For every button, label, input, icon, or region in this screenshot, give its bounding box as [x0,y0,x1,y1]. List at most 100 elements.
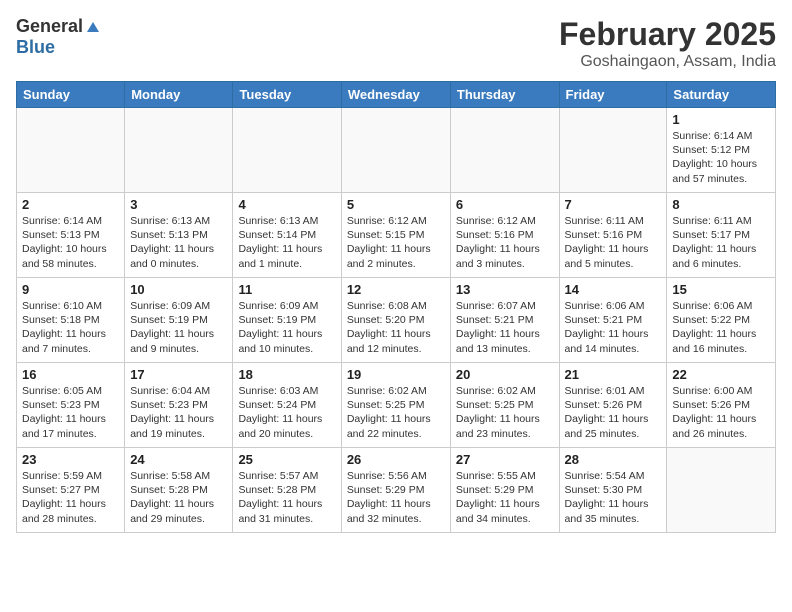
cell-day-number: 2 [22,197,119,212]
calendar-cell [450,108,559,193]
cell-sun-info: Sunrise: 6:11 AM Sunset: 5:16 PM Dayligh… [565,214,662,271]
cell-day-number: 17 [130,367,227,382]
cell-sun-info: Sunrise: 6:06 AM Sunset: 5:21 PM Dayligh… [565,299,662,356]
cell-day-number: 22 [672,367,770,382]
title-block: February 2025 Goshaingaon, Assam, India [559,16,776,71]
cell-day-number: 27 [456,452,554,467]
cell-sun-info: Sunrise: 6:07 AM Sunset: 5:21 PM Dayligh… [456,299,554,356]
calendar-cell: 12 Sunrise: 6:08 AM Sunset: 5:20 PM Dayli… [341,278,450,363]
cell-day-number: 10 [130,282,227,297]
cell-sun-info: Sunrise: 6:11 AM Sunset: 5:17 PM Dayligh… [672,214,770,271]
logo-triangle-icon [85,18,101,34]
month-title: February 2025 [559,16,776,53]
calendar-week-row: 23 Sunrise: 5:59 AM Sunset: 5:27 PM Dayli… [17,448,776,533]
cell-sun-info: Sunrise: 6:09 AM Sunset: 5:19 PM Dayligh… [238,299,335,356]
calendar-cell [559,108,667,193]
cell-sun-info: Sunrise: 6:10 AM Sunset: 5:18 PM Dayligh… [22,299,119,356]
cell-sun-info: Sunrise: 6:14 AM Sunset: 5:12 PM Dayligh… [672,129,770,186]
cell-sun-info: Sunrise: 6:06 AM Sunset: 5:22 PM Dayligh… [672,299,770,356]
location-title: Goshaingaon, Assam, India [559,53,776,71]
calendar-cell: 27 Sunrise: 5:55 AM Sunset: 5:29 PM Dayli… [450,448,559,533]
cell-day-number: 28 [565,452,662,467]
cell-sun-info: Sunrise: 6:13 AM Sunset: 5:13 PM Dayligh… [130,214,227,271]
cell-day-number: 12 [347,282,445,297]
weekday-header: Tuesday [233,82,341,108]
calendar-week-row: 1 Sunrise: 6:14 AM Sunset: 5:12 PM Daylig… [17,108,776,193]
cell-sun-info: Sunrise: 6:00 AM Sunset: 5:26 PM Dayligh… [672,384,770,441]
cell-sun-info: Sunrise: 6:05 AM Sunset: 5:23 PM Dayligh… [22,384,119,441]
cell-day-number: 14 [565,282,662,297]
calendar-cell [341,108,450,193]
calendar-cell: 8 Sunrise: 6:11 AM Sunset: 5:17 PM Daylig… [667,193,776,278]
cell-sun-info: Sunrise: 6:12 AM Sunset: 5:16 PM Dayligh… [456,214,554,271]
cell-day-number: 23 [22,452,119,467]
calendar-cell: 5 Sunrise: 6:12 AM Sunset: 5:15 PM Daylig… [341,193,450,278]
cell-day-number: 20 [456,367,554,382]
cell-day-number: 1 [672,112,770,127]
cell-sun-info: Sunrise: 5:57 AM Sunset: 5:28 PM Dayligh… [238,469,335,526]
calendar-cell: 14 Sunrise: 6:06 AM Sunset: 5:21 PM Dayli… [559,278,667,363]
calendar-cell: 7Sunrise: 6:11 AM Sunset: 5:16 PM Daylig… [559,193,667,278]
cell-sun-info: Sunrise: 6:03 AM Sunset: 5:24 PM Dayligh… [238,384,335,441]
logo-general: General [16,16,83,37]
calendar-week-row: 2Sunrise: 6:14 AM Sunset: 5:13 PM Daylig… [17,193,776,278]
cell-sun-info: Sunrise: 6:04 AM Sunset: 5:23 PM Dayligh… [130,384,227,441]
cell-day-number: 26 [347,452,445,467]
calendar-cell: 11 Sunrise: 6:09 AM Sunset: 5:19 PM Dayli… [233,278,341,363]
cell-sun-info: Sunrise: 6:13 AM Sunset: 5:14 PM Dayligh… [238,214,335,271]
cell-day-number: 9 [22,282,119,297]
calendar-cell: 23 Sunrise: 5:59 AM Sunset: 5:27 PM Dayli… [17,448,125,533]
cell-sun-info: Sunrise: 6:09 AM Sunset: 5:19 PM Dayligh… [130,299,227,356]
cell-day-number: 3 [130,197,227,212]
cell-day-number: 11 [238,282,335,297]
calendar-cell [233,108,341,193]
calendar-header-row: SundayMondayTuesdayWednesdayThursdayFrid… [17,82,776,108]
weekday-header: Friday [559,82,667,108]
calendar-cell [125,108,233,193]
calendar-cell: 10 Sunrise: 6:09 AM Sunset: 5:19 PM Dayli… [125,278,233,363]
calendar-cell: 19Sunrise: 6:02 AM Sunset: 5:25 PM Dayli… [341,363,450,448]
calendar-cell: 16Sunrise: 6:05 AM Sunset: 5:23 PM Dayli… [17,363,125,448]
cell-day-number: 8 [672,197,770,212]
calendar-cell: 6 Sunrise: 6:12 AM Sunset: 5:16 PM Daylig… [450,193,559,278]
calendar-cell: 3 Sunrise: 6:13 AM Sunset: 5:13 PM Daylig… [125,193,233,278]
cell-day-number: 5 [347,197,445,212]
calendar-cell: 24 Sunrise: 5:58 AM Sunset: 5:28 PM Dayli… [125,448,233,533]
cell-sun-info: Sunrise: 5:59 AM Sunset: 5:27 PM Dayligh… [22,469,119,526]
cell-sun-info: Sunrise: 5:55 AM Sunset: 5:29 PM Dayligh… [456,469,554,526]
calendar-cell: 18 Sunrise: 6:03 AM Sunset: 5:24 PM Dayli… [233,363,341,448]
calendar-cell [17,108,125,193]
cell-day-number: 13 [456,282,554,297]
cell-sun-info: Sunrise: 6:02 AM Sunset: 5:25 PM Dayligh… [347,384,445,441]
calendar-cell: 17 Sunrise: 6:04 AM Sunset: 5:23 PM Dayli… [125,363,233,448]
cell-sun-info: Sunrise: 6:08 AM Sunset: 5:20 PM Dayligh… [347,299,445,356]
calendar-cell: 25 Sunrise: 5:57 AM Sunset: 5:28 PM Dayli… [233,448,341,533]
weekday-header: Monday [125,82,233,108]
cell-day-number: 4 [238,197,335,212]
cell-sun-info: Sunrise: 6:12 AM Sunset: 5:15 PM Dayligh… [347,214,445,271]
weekday-header: Wednesday [341,82,450,108]
calendar-week-row: 16Sunrise: 6:05 AM Sunset: 5:23 PM Dayli… [17,363,776,448]
cell-day-number: 6 [456,197,554,212]
cell-day-number: 24 [130,452,227,467]
calendar-cell [667,448,776,533]
calendar-cell: 2Sunrise: 6:14 AM Sunset: 5:13 PM Daylig… [17,193,125,278]
calendar-cell: 13 Sunrise: 6:07 AM Sunset: 5:21 PM Dayli… [450,278,559,363]
calendar-week-row: 9 Sunrise: 6:10 AM Sunset: 5:18 PM Daylig… [17,278,776,363]
weekday-header: Thursday [450,82,559,108]
cell-sun-info: Sunrise: 6:02 AM Sunset: 5:25 PM Dayligh… [456,384,554,441]
weekday-header: Saturday [667,82,776,108]
calendar-table: SundayMondayTuesdayWednesdayThursdayFrid… [16,81,776,533]
calendar-cell: 22 Sunrise: 6:00 AM Sunset: 5:26 PM Dayli… [667,363,776,448]
logo: General Blue [16,16,101,58]
cell-sun-info: Sunrise: 6:01 AM Sunset: 5:26 PM Dayligh… [565,384,662,441]
cell-day-number: 18 [238,367,335,382]
calendar-cell: 26Sunrise: 5:56 AM Sunset: 5:29 PM Dayli… [341,448,450,533]
calendar-cell: 21Sunrise: 6:01 AM Sunset: 5:26 PM Dayli… [559,363,667,448]
page-header: General Blue February 2025 Goshaingaon, … [16,16,776,71]
calendar-cell: 15Sunrise: 6:06 AM Sunset: 5:22 PM Dayli… [667,278,776,363]
cell-day-number: 25 [238,452,335,467]
calendar-cell: 4 Sunrise: 6:13 AM Sunset: 5:14 PM Daylig… [233,193,341,278]
cell-sun-info: Sunrise: 5:58 AM Sunset: 5:28 PM Dayligh… [130,469,227,526]
calendar-cell: 20 Sunrise: 6:02 AM Sunset: 5:25 PM Dayli… [450,363,559,448]
